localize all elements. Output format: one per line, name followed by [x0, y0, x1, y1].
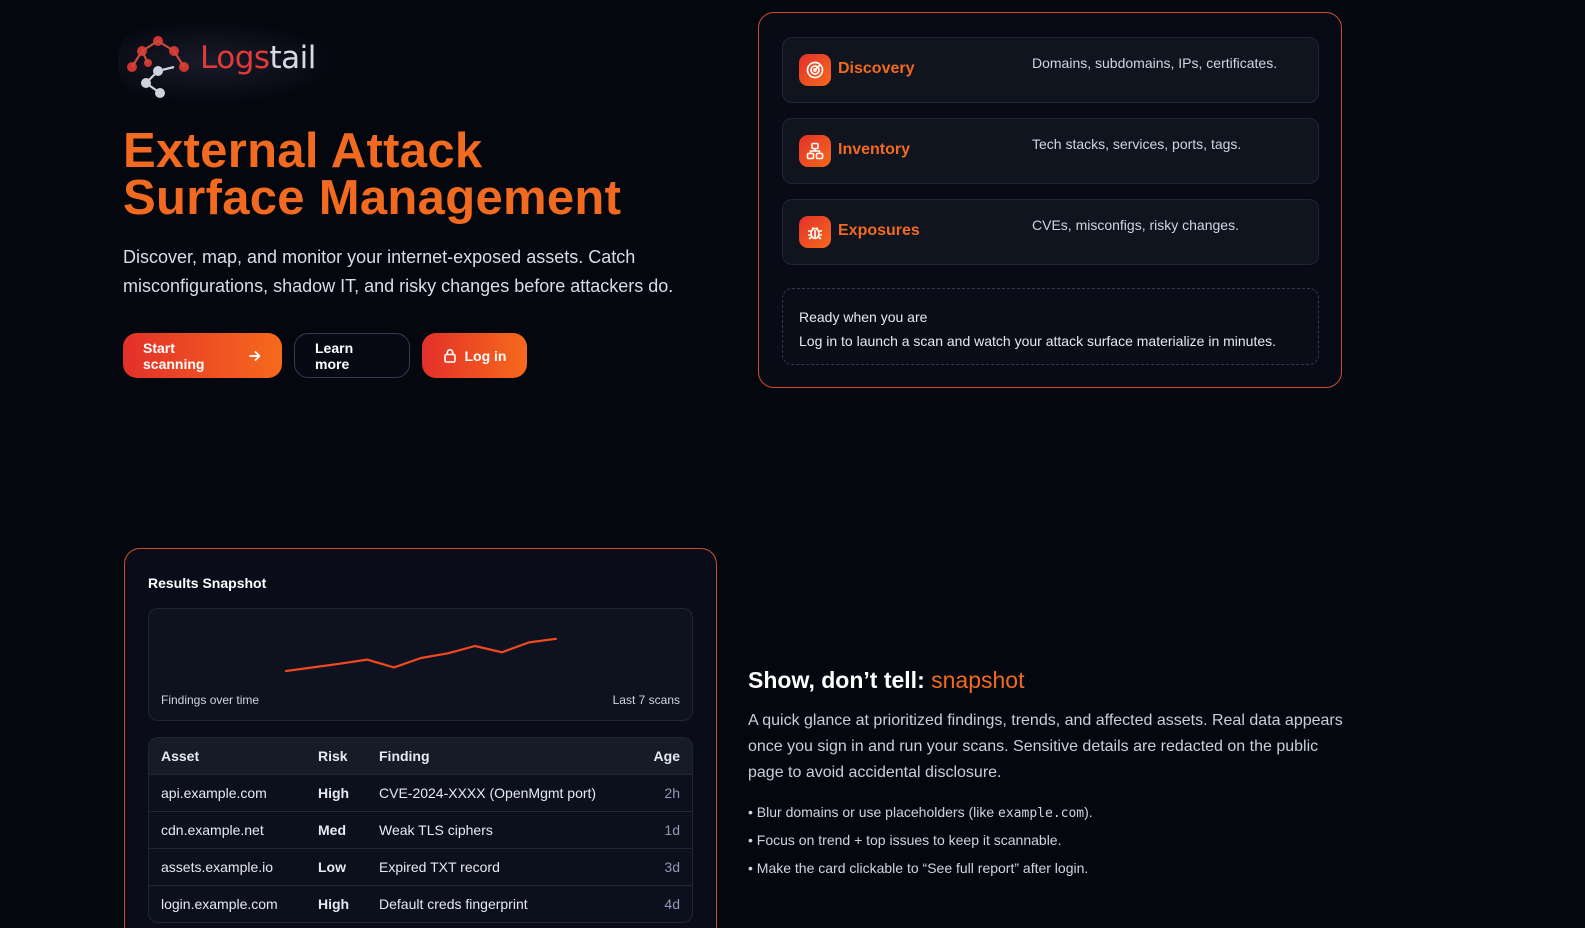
table-row[interactable]: login.example.com High Default creds finge…: [149, 884, 692, 922]
trend-range-label: Last 7 scans: [612, 693, 680, 707]
logo-mark-icon: [127, 35, 189, 98]
arrow-right-icon: [249, 350, 261, 361]
features-card: Discovery Domains, subdomains, IPs, cert…: [758, 12, 1342, 388]
finding-cell: Weak TLS ciphers: [367, 810, 632, 848]
table-row[interactable]: cdn.example.net Med Weak TLS ciphers 1d: [149, 810, 692, 848]
feature-name: Discovery: [838, 60, 915, 77]
feature-desc: CVEs, misconfigs, risky changes.: [1032, 217, 1239, 233]
hero-actions: Start scanning Learn more Log in: [123, 333, 527, 378]
column-header-age: Age: [632, 738, 692, 774]
section-title: Show, don’t tell: snapshot: [748, 667, 1025, 693]
lock-icon: [443, 349, 456, 363]
findings-table: Asset Risk Finding Age api.example.com Hi…: [148, 737, 693, 923]
column-header-asset: Asset: [149, 738, 306, 774]
tips-list: • Blur domains or use placeholders (like…: [748, 800, 1348, 884]
table-header-row: Asset Risk Finding Age: [149, 738, 692, 774]
trend-label: Findings over time: [161, 693, 260, 707]
feature-name: Exposures: [838, 222, 920, 239]
risk-cell: Low: [306, 847, 367, 885]
title-line-1: External Attack: [123, 124, 483, 178]
radar-icon: [799, 54, 831, 86]
asset-cell: login.example.com: [149, 884, 306, 922]
hero-subtitle: Discover, map, and monitor your internet…: [123, 247, 674, 296]
risk-cell: High: [306, 773, 367, 811]
finding-cell: Default creds fingerprint: [367, 884, 632, 922]
snapshot-title: Results Snapshot: [148, 575, 267, 591]
list-item: • Make the card clickable to “See full r…: [748, 860, 1089, 876]
feature-inventory: Inventory Tech stacks, services, ports, …: [782, 118, 1319, 184]
asset-cell: assets.example.io: [149, 847, 306, 885]
title-line-2: Surface Management: [123, 171, 622, 225]
finding-cell: Expired TXT record: [367, 847, 632, 885]
feature-desc: Tech stacks, services, ports, tags.: [1032, 136, 1242, 152]
feature-desc: Domains, subdomains, IPs, certificates.: [1032, 55, 1278, 71]
asset-cell: api.example.com: [149, 773, 306, 811]
log-in-button[interactable]: Log in: [422, 333, 527, 378]
table-row[interactable]: assets.example.io Low Expired TXT record 3d: [149, 847, 692, 885]
table-row[interactable]: api.example.com High CVE-2024-XXXX (OpenMg…: [149, 773, 692, 811]
risk-cell: Med: [306, 810, 367, 848]
bug-icon: [799, 216, 831, 248]
section-title-accent: snapshot: [931, 667, 1025, 693]
start-scanning-button[interactable]: Start scanning: [123, 333, 282, 378]
age-cell: 4d: [632, 884, 692, 922]
trend-chart: Findings over time Last 7 scans: [148, 608, 693, 721]
risk-cell: High: [306, 884, 367, 922]
list-item: • Focus on trend + top issues to keep it…: [748, 832, 1062, 848]
age-cell: 2h: [632, 773, 692, 811]
column-header-risk: Risk: [306, 738, 367, 774]
ready-text: Log in to launch a scan and watch your a…: [799, 333, 1277, 349]
finding-cell: CVE-2024-XXXX (OpenMgmt port): [367, 773, 632, 811]
feature-exposures: Exposures CVEs, misconfigs, risky change…: [782, 199, 1319, 265]
feature-discovery: Discovery Domains, subdomains, IPs, cert…: [782, 37, 1319, 103]
age-cell: 1d: [632, 810, 692, 848]
network-icon: [799, 135, 831, 167]
column-header-finding: Finding: [367, 738, 632, 774]
list-item: • Blur domains or use placeholders (like…: [748, 804, 1093, 821]
ready-callout: Ready when you are Log in to launch a sc…: [782, 288, 1319, 365]
ready-title: Ready when you are: [799, 309, 928, 325]
section-text: A quick glance at prioritized findings, …: [748, 712, 1343, 781]
asset-cell: cdn.example.net: [149, 810, 306, 848]
brand-logo[interactable]: Logstail: [118, 20, 343, 105]
learn-more-button[interactable]: Learn more: [294, 333, 410, 378]
feature-name: Inventory: [838, 141, 911, 158]
page-title: External Attack Surface Management: [123, 124, 622, 225]
age-cell: 3d: [632, 847, 692, 885]
trend-series-line: [284, 637, 558, 673]
results-snapshot-card[interactable]: Results Snapshot Findings over time Last…: [124, 548, 717, 928]
brand-name: Logstail: [200, 39, 316, 76]
